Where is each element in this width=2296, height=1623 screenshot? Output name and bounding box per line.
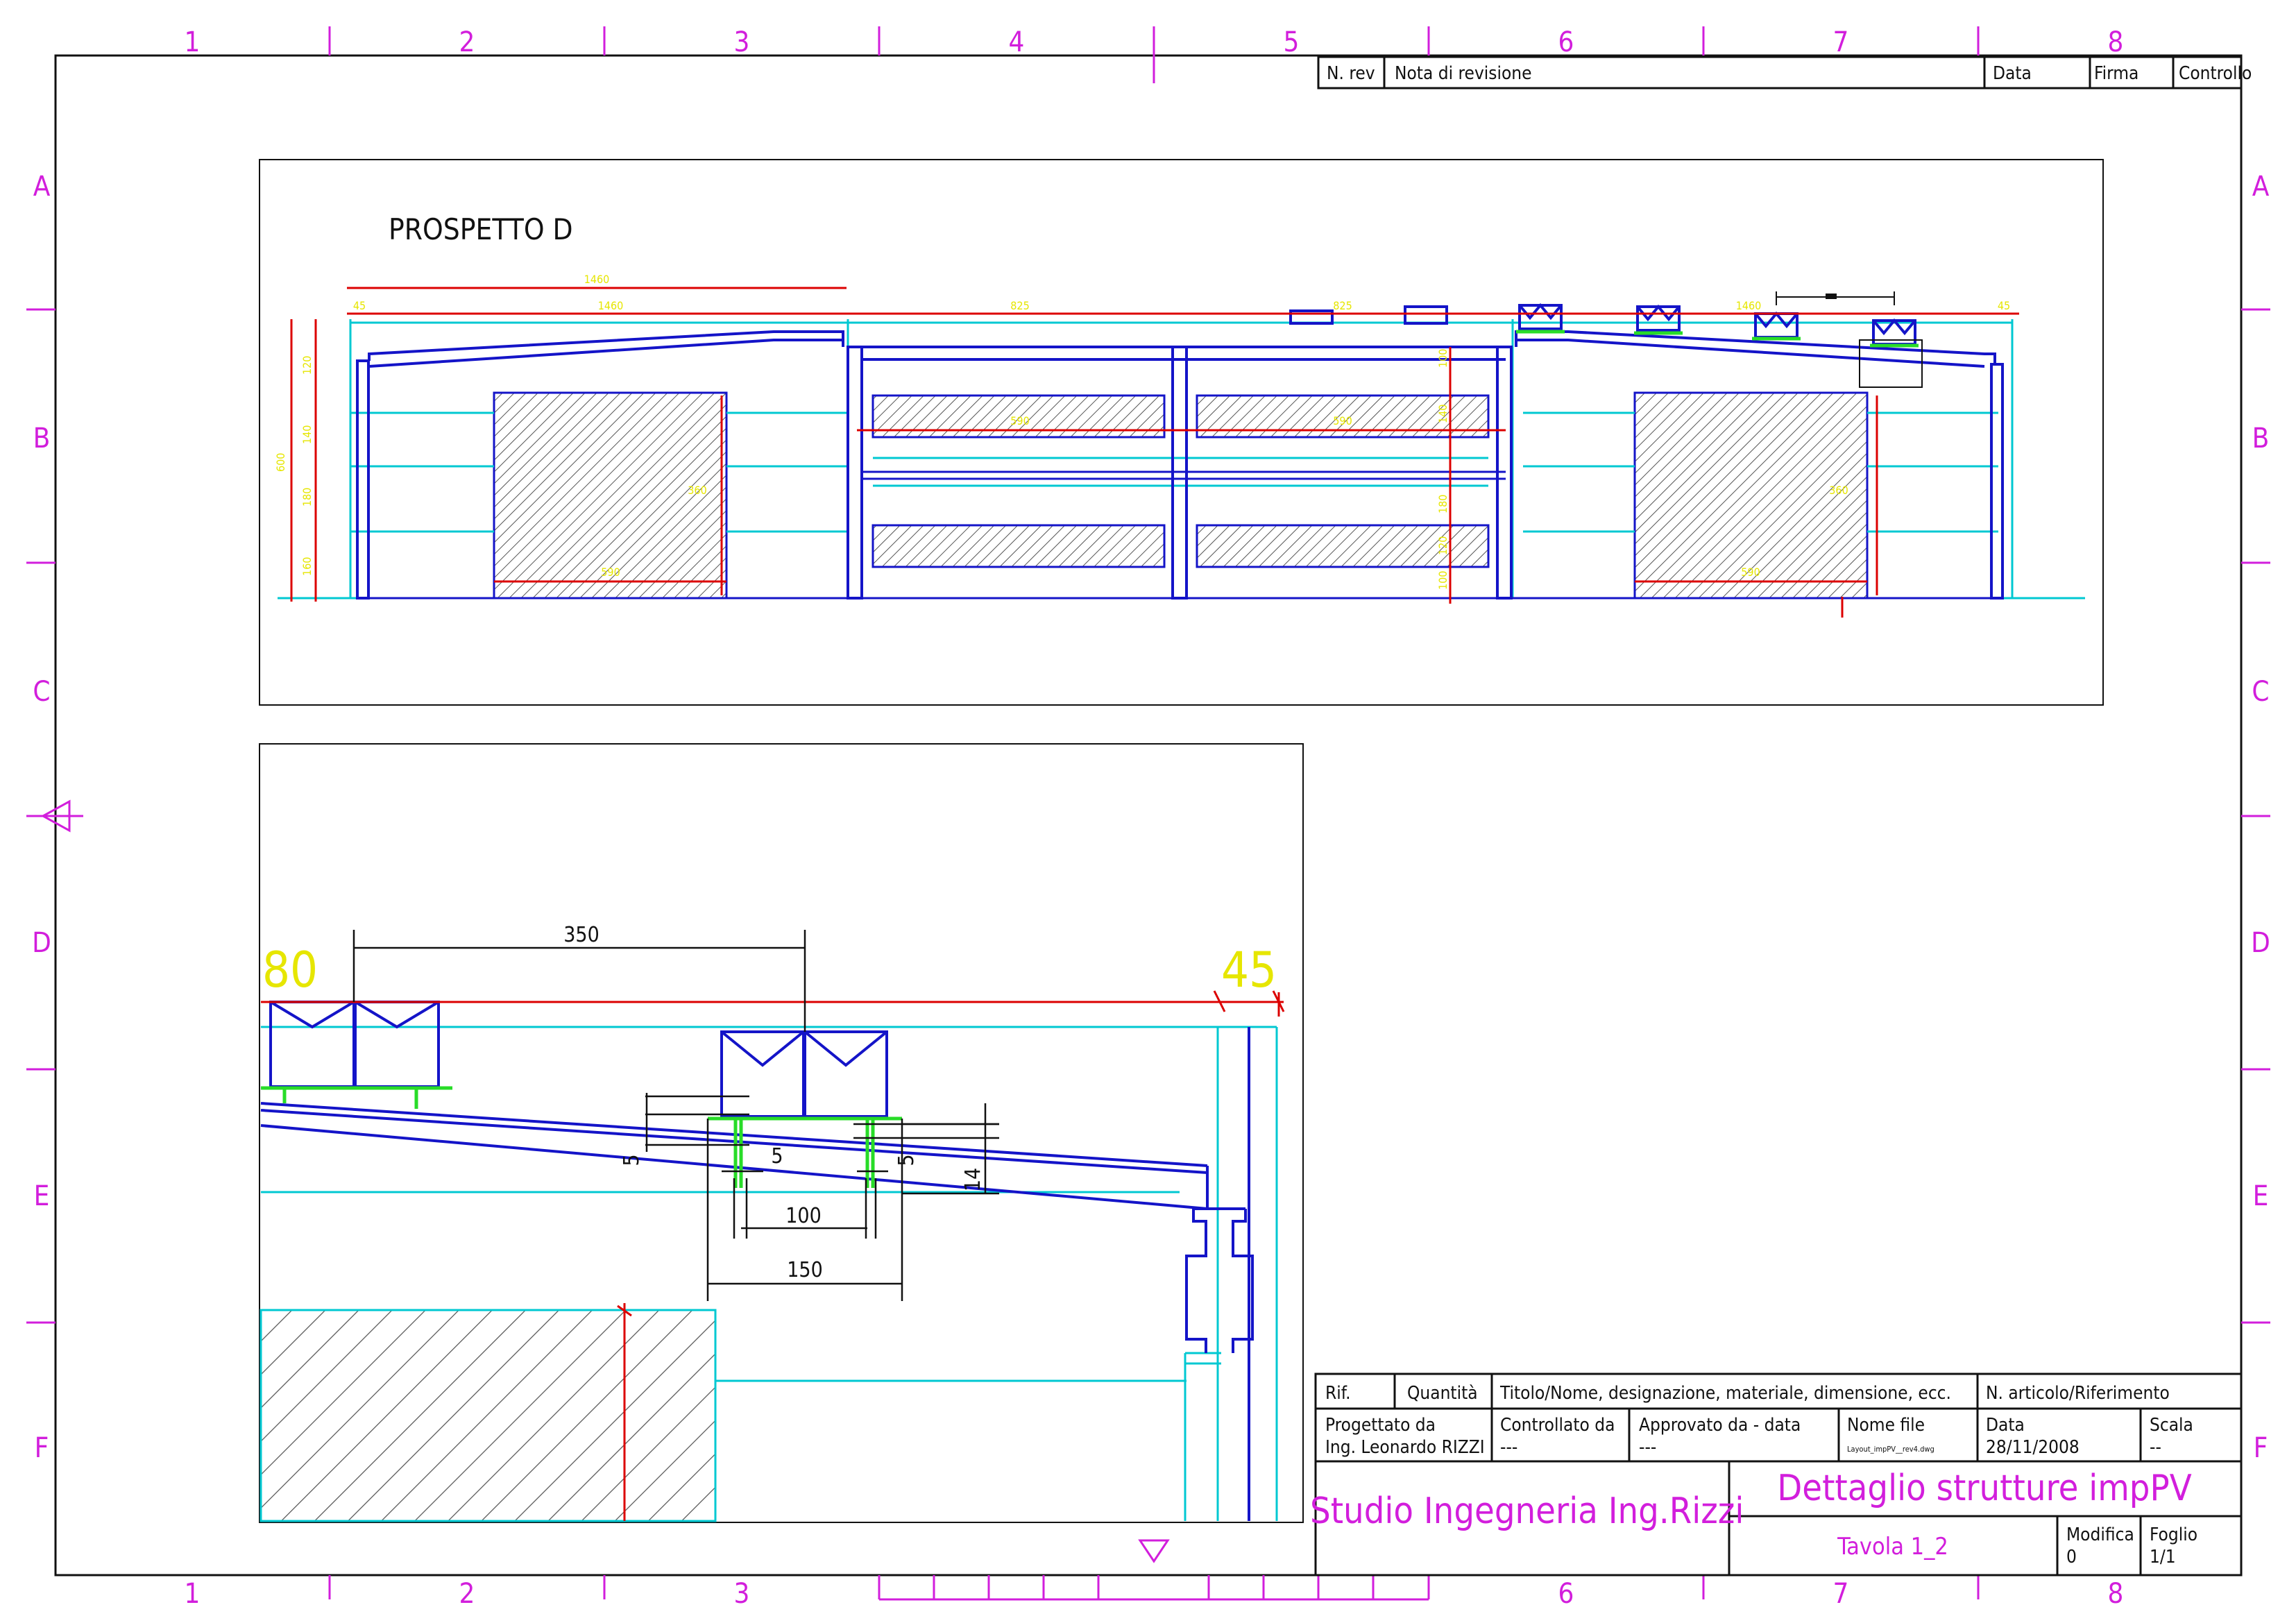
grid-col-label: 7 [1833,1578,1849,1610]
grid-row-label: C [33,676,50,708]
grid-row-label: E [2253,1180,2269,1212]
pv-panels [1289,303,1916,346]
dim-height-label: 180 [1436,495,1449,513]
detail-pv-panels [269,1001,888,1118]
grid-col-label: 6 [1558,26,1574,58]
dim-opening-label: 590 [1333,414,1352,427]
rev-header-nrev: N. rev [1327,63,1375,84]
grid-col-label: 3 [734,26,750,58]
tb-checked-label: Controllato da [1500,1415,1615,1436]
tb-studio-name: Studio Ingegneria Ing.Rizzi [1310,1490,1744,1532]
grid-row-label: D [32,927,51,959]
tb-foglio-label: Foglio [2150,1524,2197,1545]
elevation-view: PROSPETTO D 1460 1460 825 825 1460 45 45… [259,159,2104,706]
tb-file-value: Layout_impPV__rev4.dwg [1847,1445,1934,1454]
grid-col-label: 5 [1284,26,1300,58]
grid-row-label: F [2254,1432,2268,1464]
grid-col-label: 8 [2108,26,2124,58]
tb-approved-value: --- [1639,1437,1656,1458]
dim-5-vert-label: 5 [620,1154,644,1166]
grid-col-label: 3 [734,1578,750,1610]
grid-row-label: D [2251,927,2270,959]
grid-row-label: A [33,171,51,203]
tb-mod-label: Modifica [2066,1524,2134,1545]
tb-scale-value: -- [2150,1437,2161,1458]
rev-header-check: Controllo [2179,63,2252,84]
rev-header-sign: Firma [2094,63,2138,84]
dim-5-label: 5 [771,1144,783,1169]
dim-opening-label: 590 [1010,414,1029,427]
tb-checked-value: --- [1500,1437,1517,1458]
grid-col-label: 2 [459,1578,475,1610]
dim-height-label: 120 [1436,536,1449,555]
title-block: Rif. Quantità Titolo/Nome, designazione,… [1310,1373,2243,1577]
tb-file-label: Nome file [1847,1415,1925,1436]
grid-col-label: 8 [2108,1578,2124,1610]
grid-col-label: 7 [1833,26,1849,58]
tb-foglio-value: 1/1 [2150,1547,2176,1567]
dim-small-label: 45 [353,299,366,312]
grid-row-label: F [35,1432,49,1464]
dim-350-label: 350 [563,923,599,947]
grid-col-label: 1 [185,26,201,58]
grid-col-label: 4 [1009,26,1025,58]
dim-opening-label: 360 [688,484,706,497]
tb-date-label: Data [1986,1415,2025,1436]
tb-approved-label: Approvato da - data [1639,1415,1801,1436]
rev-header-date: Data [1993,63,2032,84]
dim-5-vert-label: 5 [894,1154,919,1166]
tb-article-header: N. articolo/Riferimento [1986,1383,2170,1404]
dim-span-label: 1460 [598,299,624,312]
dim-100-label: 100 [785,1204,822,1228]
tb-date-value: 28/11/2008 [1986,1437,2080,1458]
tb-drawing-title: Dettaglio strutture impPV [1777,1468,2191,1509]
tb-scale-label: Scala [2150,1415,2193,1436]
tb-mod-value: 0 [2066,1547,2077,1567]
dim-height-label: 600 [274,453,287,472]
tb-rif-header: Rif. [1325,1383,1351,1404]
grid-col-label: 6 [1558,1578,1574,1610]
dim-height-label: 120 [300,356,314,375]
dim-opening-label: 590 [601,566,620,579]
dim-span-label: 1460 [584,273,610,286]
detail-view: 350 5 100 150 5 5 14 80 45 [259,743,1304,1523]
tb-sheet-number: Tavola 1_2 [1837,1533,1948,1561]
grid-row-label: C [2252,676,2269,708]
tb-designed-value: Ing. Leonardo RIZZI [1325,1437,1485,1458]
dim-span-label: 1460 [1736,299,1762,312]
dim-height-label: 100 [1436,349,1449,368]
view-title: PROSPETTO D [389,212,573,246]
grid-row-label: E [34,1180,50,1212]
dim-height-label: 160 [300,557,314,576]
drawing-sheet: 1 2 3 4 5 6 7 8 1 2 3 6 7 8 A B C D E F … [26,26,2270,1610]
dim-height-label: 140 [300,425,314,444]
detail-yellow-labels: 80 45 [262,942,1277,999]
dim-14-label: 14 [961,1168,985,1191]
grid-row-label: A [2252,171,2270,203]
revision-table: N. rev Nota di revisione Data Firma Cont… [1317,56,2252,90]
grid-col-label: 1 [185,1578,201,1610]
dim-small-label: 45 [1998,299,2010,312]
dim-span-label: 825 [1010,299,1029,312]
dim-45-label: 45 [1221,942,1277,999]
grid-row-label: B [33,423,51,454]
dim-span-label: 825 [1333,299,1352,312]
tb-designed-label: Progettato da [1325,1415,1436,1436]
rev-header-note: Nota di revisione [1395,63,1532,84]
grid-col-label: 2 [459,26,475,58]
detail-hatched-block [260,1309,717,1522]
dim-height-label: 140 [1436,405,1449,423]
grid-row-label: B [2252,423,2270,454]
dim-height-label: 100 [1436,571,1449,590]
dim-opening-label: 590 [1741,566,1760,579]
dim-opening-label: 360 [1829,484,1848,497]
tb-qty-header: Quantità [1407,1383,1478,1404]
dim-height-label: 180 [300,488,314,507]
tb-title-header: Titolo/Nome, designazione, materiale, di… [1499,1383,1951,1404]
dim-80-label: 80 [262,942,318,999]
dim-150-label: 150 [787,1258,823,1282]
